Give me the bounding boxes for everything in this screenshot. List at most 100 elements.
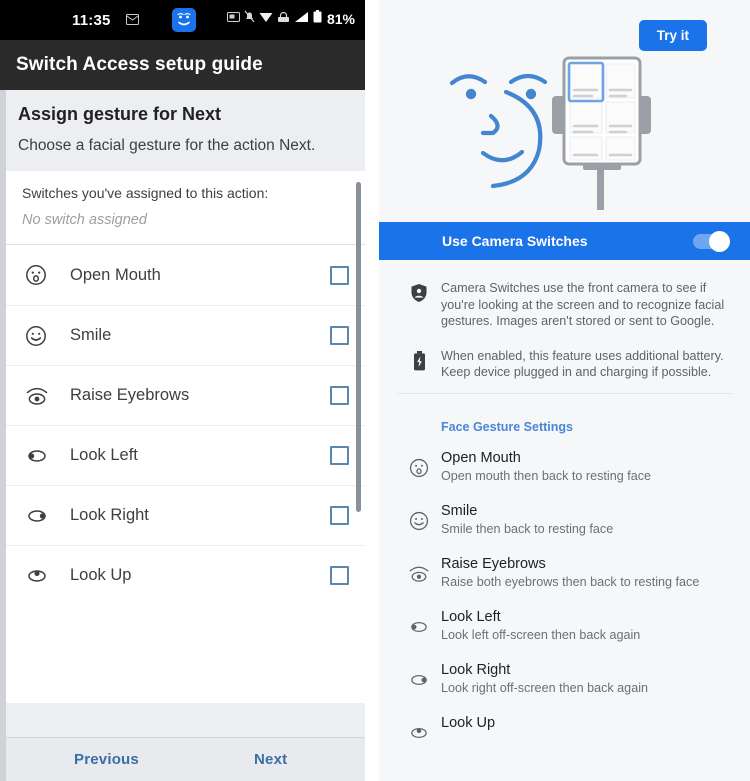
gesture-name: Look Left — [70, 446, 138, 464]
battery-charging-icon — [397, 348, 441, 381]
use-camera-switches-label: Use Camera Switches — [442, 233, 588, 249]
vpn-icon — [277, 10, 290, 28]
gesture-checkbox[interactable] — [330, 506, 349, 525]
left-content: Assign gesture for Next Choose a facial … — [6, 90, 365, 781]
setting-row-look-right[interactable]: Look Right Look right off-screen then ba… — [379, 656, 750, 709]
list-empty-tail — [6, 605, 365, 703]
setting-title: Look Left — [441, 608, 501, 625]
wizard-footer: Previous Next — [6, 737, 365, 781]
gesture-checkbox[interactable] — [330, 446, 349, 465]
toggle-knob — [709, 230, 730, 252]
setting-title: Open Mouth — [441, 449, 521, 466]
scrollbar-thumb[interactable] — [356, 182, 361, 512]
gesture-name: Look Up — [70, 566, 132, 584]
setting-title: Look Up — [441, 714, 496, 731]
setting-text: Smile Smile then back to resting face — [441, 503, 732, 536]
battery-percent-label: 81% — [326, 11, 355, 27]
gesture-checkbox[interactable] — [330, 265, 349, 285]
mail-icon — [126, 12, 139, 30]
smile-face-icon — [397, 503, 441, 532]
setting-text: Look Left Look left off-screen then back… — [441, 609, 732, 642]
notifications-off-icon — [244, 10, 255, 28]
wifi-icon — [259, 10, 273, 28]
assign-gesture-heading: Assign gesture for Next — [18, 104, 222, 124]
gesture-row-smile[interactable]: Smile — [6, 305, 365, 365]
right-settings-screen: Try it Use Camera Switches Camera Switch… — [379, 0, 750, 781]
setting-title: Raise Eyebrows — [441, 555, 546, 572]
status-bar-clock: 11:35 — [72, 11, 111, 29]
setting-subtitle: Open mouth then back to resting face — [441, 468, 652, 483]
info-text: When enabled, this feature uses addition… — [441, 348, 724, 380]
gesture-row-look-up[interactable]: Look Up — [6, 545, 365, 605]
assign-gesture-subheading: Choose a facial gesture for the action N… — [18, 137, 316, 154]
status-bar-icons: 81% — [226, 10, 355, 28]
face-gesture-settings-list: Open Mouth Open mouth then back to resti… — [379, 444, 750, 758]
setting-text: Open Mouth Open mouth then back to resti… — [441, 450, 732, 483]
intro-block: Assign gesture for Next Choose a facial … — [6, 90, 365, 171]
left-phone-screen: 11:35 81% Switch Access setup guide Assi… — [0, 0, 365, 781]
setting-text: Look Right Look right off-screen then ba… — [441, 662, 732, 695]
gesture-checkbox[interactable] — [330, 386, 349, 405]
info-text: Camera Switches use the front camera to … — [441, 281, 725, 328]
setting-row-open-mouth[interactable]: Open Mouth Open mouth then back to resti… — [379, 444, 750, 497]
setting-row-look-up[interactable]: Look Up — [379, 709, 750, 758]
smile-face-icon — [24, 324, 58, 348]
hero-illustration-area: Try it — [379, 0, 750, 222]
section-divider — [397, 392, 732, 394]
use-camera-switches-row[interactable]: Use Camera Switches — [379, 222, 750, 260]
gesture-name: Raise Eyebrows — [70, 386, 190, 404]
setting-title: Smile — [441, 502, 478, 519]
page-title: Switch Access setup guide — [16, 54, 263, 75]
gesture-row-raise-eyebrows[interactable]: Raise Eyebrows — [6, 365, 365, 425]
look-left-eye-icon — [24, 444, 58, 468]
camera-switches-face-icon — [172, 8, 196, 32]
assigned-switches-value: No switch assigned — [22, 212, 147, 228]
gesture-name: Smile — [70, 326, 112, 344]
assigned-switches-label: Switches you've assigned to this action: — [22, 185, 269, 201]
setting-row-smile[interactable]: Smile Smile then back to resting face — [379, 497, 750, 550]
setting-subtitle: Smile then back to resting face — [441, 521, 614, 536]
look-left-eye-icon — [397, 609, 441, 638]
gesture-row-look-right[interactable]: Look Right — [6, 485, 365, 545]
look-up-eye-icon — [24, 564, 58, 588]
next-button[interactable]: Next — [254, 751, 287, 768]
setting-subtitle: Look left off-screen then back again — [441, 627, 641, 642]
gesture-row-look-left[interactable]: Look Left — [6, 425, 365, 485]
screenshot-root: 11:35 81% Switch Access setup guide Assi… — [0, 0, 750, 781]
gesture-list: Open Mouth Smile Raise Eyebrows Look Lef… — [6, 245, 365, 703]
look-right-eye-icon — [397, 662, 441, 691]
setting-text: Raise Eyebrows Raise both eyebrows then … — [441, 556, 732, 589]
raise-eyebrows-eye-icon — [397, 556, 441, 585]
setting-subtitle: Look right off-screen then back again — [441, 680, 648, 695]
previous-button[interactable]: Previous — [74, 751, 139, 768]
setting-row-raise-eyebrows[interactable]: Raise Eyebrows Raise both eyebrows then … — [379, 550, 750, 603]
assigned-switches-card: Switches you've assigned to this action:… — [6, 171, 365, 245]
gesture-name: Look Right — [70, 506, 149, 524]
gesture-name: Open Mouth — [70, 265, 161, 284]
look-right-eye-icon — [24, 504, 58, 528]
setting-text: Look Up — [441, 715, 732, 734]
raise-eyebrows-eye-icon — [24, 384, 58, 408]
battery-icon — [313, 10, 322, 28]
gesture-row-open-mouth[interactable]: Open Mouth — [6, 245, 365, 305]
app-title-bar: Switch Access setup guide — [0, 40, 365, 90]
info-row-battery: When enabled, this feature uses addition… — [397, 340, 732, 391]
info-block: Camera Switches use the front camera to … — [379, 260, 750, 404]
open-mouth-face-icon — [24, 263, 58, 287]
screenshot-icon — [226, 10, 240, 28]
info-row-privacy: Camera Switches use the front camera to … — [397, 272, 732, 340]
scrollbar-track[interactable] — [356, 90, 363, 735]
look-up-eye-icon — [397, 715, 441, 744]
gesture-checkbox[interactable] — [330, 326, 349, 345]
gesture-checkbox[interactable] — [330, 566, 349, 585]
setting-title: Look Right — [441, 661, 511, 678]
try-it-button[interactable]: Try it — [638, 20, 707, 51]
signal-icon — [294, 10, 309, 28]
face-gesture-settings-title: Face Gesture Settings — [441, 419, 573, 434]
setting-subtitle: Raise both eyebrows then back to resting… — [441, 574, 700, 589]
open-mouth-face-icon — [397, 450, 441, 479]
privacy-shield-icon — [397, 280, 441, 330]
setting-row-look-left[interactable]: Look Left Look left off-screen then back… — [379, 603, 750, 656]
use-camera-switches-toggle[interactable] — [693, 230, 730, 252]
status-bar: 11:35 81% — [0, 0, 365, 40]
